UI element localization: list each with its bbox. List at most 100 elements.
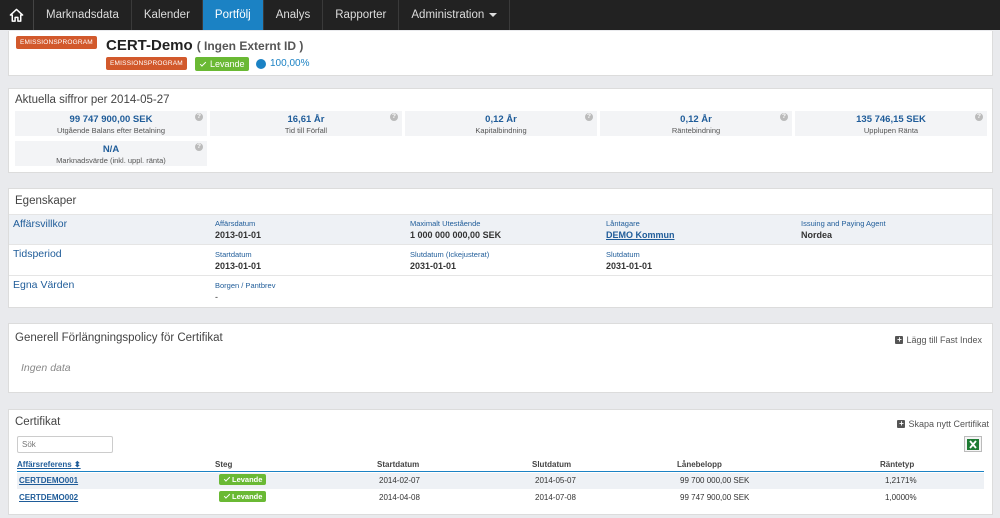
property-value: - <box>215 292 218 302</box>
status-label: Levande <box>232 475 263 484</box>
help-icon[interactable]: ? <box>390 113 398 121</box>
figure-value: 0,12 År <box>485 114 517 125</box>
property-value: 2031-01-01 <box>606 261 653 271</box>
property-value: 2013-01-01 <box>215 261 262 271</box>
nav-administration[interactable]: Administration <box>399 0 511 30</box>
extension-policy-panel: Generell Förlängningspolicy för Certifik… <box>8 323 993 393</box>
status-badge: Levande <box>219 474 267 485</box>
column-header-label: Affärsreferens <box>17 460 72 469</box>
progress-indicator: 100,00% <box>256 58 309 69</box>
interest-rate: 1,0000% <box>885 493 917 502</box>
property-cell: Borgen / Pantbrev - <box>215 281 275 302</box>
column-header-rate-type[interactable]: Räntetyp <box>880 460 914 469</box>
property-cell: Startdatum 2013-01-01 <box>215 250 261 271</box>
help-icon[interactable]: ? <box>975 113 983 121</box>
property-value: 2031-01-01 <box>410 261 457 271</box>
table-row: CERTDEMO002 Levande 2014-04-08 2014-07-0… <box>17 490 984 506</box>
policy-title: Generell Förlängningspolicy för Certifik… <box>15 332 223 344</box>
current-figures-panel: Aktuella siffror per 2014-05-27 99 747 9… <box>8 88 993 173</box>
home-icon <box>9 8 24 22</box>
add-fixed-index-label: Lägg till Fast Index <box>906 335 982 345</box>
figure-value: N/A <box>102 144 120 155</box>
check-icon <box>199 59 207 67</box>
excel-icon <box>967 438 979 450</box>
property-key: Startdatum <box>215 250 252 259</box>
page-title: CERT-Demo( Ingen Externt ID ) <box>106 37 303 54</box>
property-cell: Issuing and Paying Agent Nordea <box>801 219 886 240</box>
figure-value: 135 746,15 SEK <box>856 114 926 125</box>
circle-icon <box>256 58 266 69</box>
table-row: CERTDEMO001 Levande 2014-02-07 2014-05-0… <box>17 473 984 489</box>
search-input[interactable] <box>17 436 113 453</box>
property-key: Affärsdatum <box>215 219 256 228</box>
home-button[interactable] <box>0 0 34 30</box>
end-date: 2014-05-07 <box>535 476 576 485</box>
nav-administration-label: Administration <box>411 9 485 21</box>
status-badge-label: Levande <box>210 59 245 69</box>
figure-interest-binding: 0,12 År Räntebindning ? <box>600 111 792 136</box>
create-certificate-button[interactable]: + Skapa nytt Certifikat <box>897 419 989 429</box>
figure-label: Utgående Balans efter Betalning <box>57 126 165 135</box>
property-key: Slutdatum <box>606 250 640 259</box>
sort-icon: ⬍ <box>73 460 81 469</box>
figure-label: Tid till Förfall <box>284 126 328 135</box>
help-icon[interactable]: ? <box>780 113 788 121</box>
property-value: Nordea <box>801 230 833 240</box>
program-badge[interactable]: EMISSIONSPROGRAM <box>106 57 187 70</box>
figure-value: 16,61 År <box>287 114 325 125</box>
column-header-start-date[interactable]: Startdatum <box>377 460 419 469</box>
help-icon[interactable]: ? <box>195 113 203 121</box>
nav-portfolj[interactable]: Portfölj <box>202 0 264 30</box>
row-label: Egna Värden <box>13 279 75 291</box>
column-header-stage[interactable]: Steg <box>215 460 232 469</box>
figure-market-value: N/A Marknadsvärde (inkl. uppl. ränta) ? <box>15 141 207 166</box>
help-icon[interactable]: ? <box>585 113 593 121</box>
help-icon[interactable]: ? <box>195 143 203 151</box>
figure-accrued-interest: 135 746,15 SEK Upplupen Ränta ? <box>795 111 987 136</box>
figure-label: Räntebindning <box>671 126 721 135</box>
property-cell: Låntagare DEMO Kommun <box>606 219 675 240</box>
nav-analys[interactable]: Analys <box>264 0 324 30</box>
program-badge-top[interactable]: EMISSIONSPROGRAM <box>16 36 97 49</box>
property-row-business-terms: Affärsvillkor Affärsdatum 2013-01-01 Maxi… <box>9 214 992 244</box>
excel-export-button[interactable] <box>964 436 982 452</box>
figure-label: Upplupen Ränta <box>863 126 919 135</box>
certificates-panel: Certifikat +Skapa nytt Certifikat Affärs… <box>8 409 993 515</box>
add-fixed-index-button[interactable]: + Lägg till Fast Index <box>895 335 982 345</box>
status-badge: Levande <box>195 57 249 71</box>
loan-amount: 99 747 900,00 SEK <box>680 493 750 502</box>
property-cell: Slutdatum (Ickejusterat) 2031-01-01 <box>410 250 489 271</box>
certificate-link[interactable]: CERTDEMO002 <box>19 493 78 502</box>
figure-label: Marknadsvärde (inkl. uppl. ränta) <box>56 156 166 165</box>
plus-icon: + <box>895 335 904 344</box>
create-certificate-label: Skapa nytt Certifikat <box>908 419 989 429</box>
nav-marknadsdata[interactable]: Marknadsdata <box>34 0 132 30</box>
properties-title: Egenskaper <box>15 195 77 207</box>
progress-percent: 100,00% <box>270 58 310 69</box>
column-header-loan-amount[interactable]: Lånebelopp <box>677 460 722 469</box>
status-label: Levande <box>232 492 263 501</box>
status-badge: Levande <box>219 491 267 502</box>
start-date: 2014-02-07 <box>379 476 420 485</box>
borrower-link[interactable]: DEMO Kommun <box>606 230 675 240</box>
property-key: Slutdatum (Ickejusterat) <box>410 250 490 259</box>
header-divider <box>17 471 984 472</box>
column-header-end-date[interactable]: Slutdatum <box>532 460 571 469</box>
properties-panel: Egenskaper Affärsvillkor Affärsdatum 2013… <box>8 188 993 308</box>
end-date: 2014-07-08 <box>535 493 576 502</box>
figure-value: 99 747 900,00 SEK <box>69 114 153 125</box>
check-icon <box>223 475 231 482</box>
property-value: 2013-01-01 <box>215 230 262 240</box>
certificate-link[interactable]: CERTDEMO001 <box>19 476 78 485</box>
top-navbar: Marknadsdata Kalender Portfölj Analys Ra… <box>0 0 1000 30</box>
property-row-own-values: Egna Värden Borgen / Pantbrev - <box>9 275 992 308</box>
nav-rapporter[interactable]: Rapporter <box>323 0 400 30</box>
certificate-header: EMISSIONSPROGRAM CERT-Demo( Ingen Extern… <box>8 31 993 76</box>
property-cell: Slutdatum 2031-01-01 <box>606 250 652 271</box>
nav-kalender[interactable]: Kalender <box>132 0 203 30</box>
property-cell: Affärsdatum 2013-01-01 <box>215 219 261 240</box>
column-header-reference[interactable]: Affärsreferens ⬍ <box>17 460 81 469</box>
caret-down-icon <box>489 13 498 17</box>
row-label: Affärsvillkor <box>13 218 68 230</box>
figures-title: Aktuella siffror per 2014-05-27 <box>15 94 170 106</box>
